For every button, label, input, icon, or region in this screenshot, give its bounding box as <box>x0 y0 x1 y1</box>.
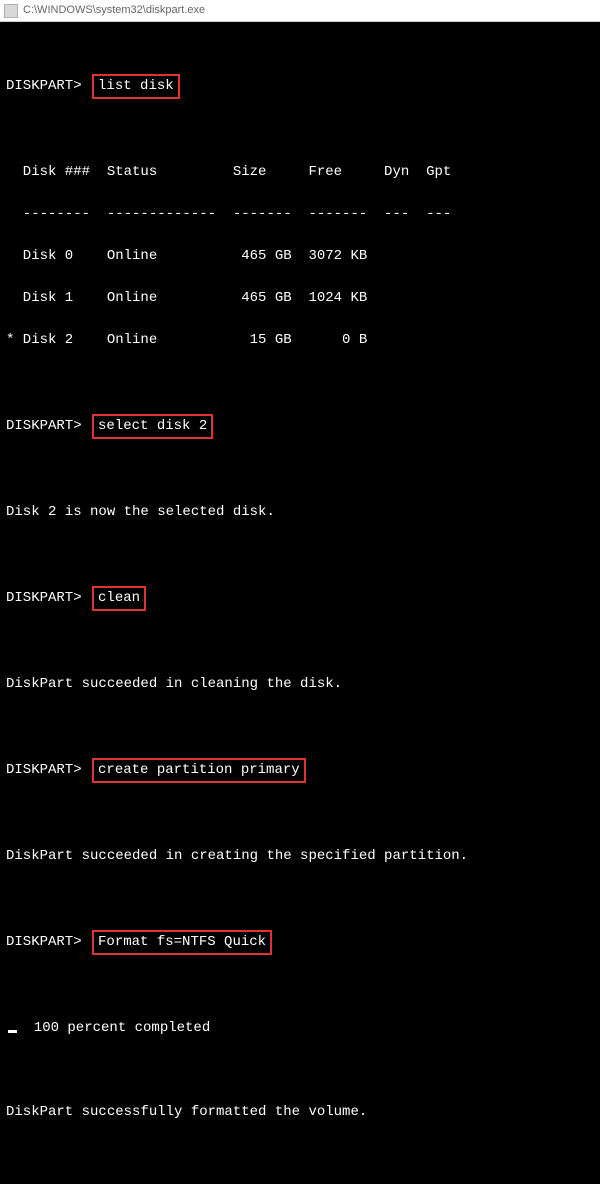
text-cursor <box>8 1030 17 1033</box>
command-select-disk: select disk 2 <box>92 414 213 439</box>
terminal-output[interactable]: DISKPART> list disk Disk ### Status Size… <box>0 22 600 1184</box>
prompt: DISKPART> <box>6 762 82 778</box>
command-list-disk: list disk <box>92 74 180 99</box>
command-format: Format fs=NTFS Quick <box>92 930 272 955</box>
output-progress: 100 percent completed <box>6 1018 594 1039</box>
command-text: create partition primary <box>98 762 300 778</box>
prompt: DISKPART> <box>6 934 82 950</box>
table-header: Disk ### Status Size Free Dyn Gpt <box>6 162 594 183</box>
progress-text: 100 percent completed <box>17 1020 210 1036</box>
window-title: C:\WINDOWS\system32\diskpart.exe <box>23 2 205 19</box>
output-message: DiskPart succeeded in creating the speci… <box>6 846 594 867</box>
output-message: DiskPart succeeded in cleaning the disk. <box>6 674 594 695</box>
table-row: Disk 1 Online 465 GB 1024 KB <box>6 288 594 309</box>
app-icon <box>4 4 18 18</box>
table-row: Disk 0 Online 465 GB 3072 KB <box>6 246 594 267</box>
prompt: DISKPART> <box>6 78 82 94</box>
table-separator: -------- ------------- ------- ------- -… <box>6 204 594 225</box>
command-text: Format fs=NTFS Quick <box>98 934 266 950</box>
prompt: DISKPART> <box>6 590 82 606</box>
output-message: Disk 2 is now the selected disk. <box>6 502 594 523</box>
command-create-partition: create partition primary <box>92 758 306 783</box>
table-row: * Disk 2 Online 15 GB 0 B <box>6 330 594 351</box>
prompt: DISKPART> <box>6 418 82 434</box>
command-clean: clean <box>92 586 146 611</box>
command-text: select disk 2 <box>98 418 207 434</box>
window-titlebar: C:\WINDOWS\system32\diskpart.exe <box>0 0 600 22</box>
command-text: clean <box>98 590 140 606</box>
command-text: list disk <box>98 78 174 94</box>
output-message: DiskPart successfully formatted the volu… <box>6 1102 594 1123</box>
